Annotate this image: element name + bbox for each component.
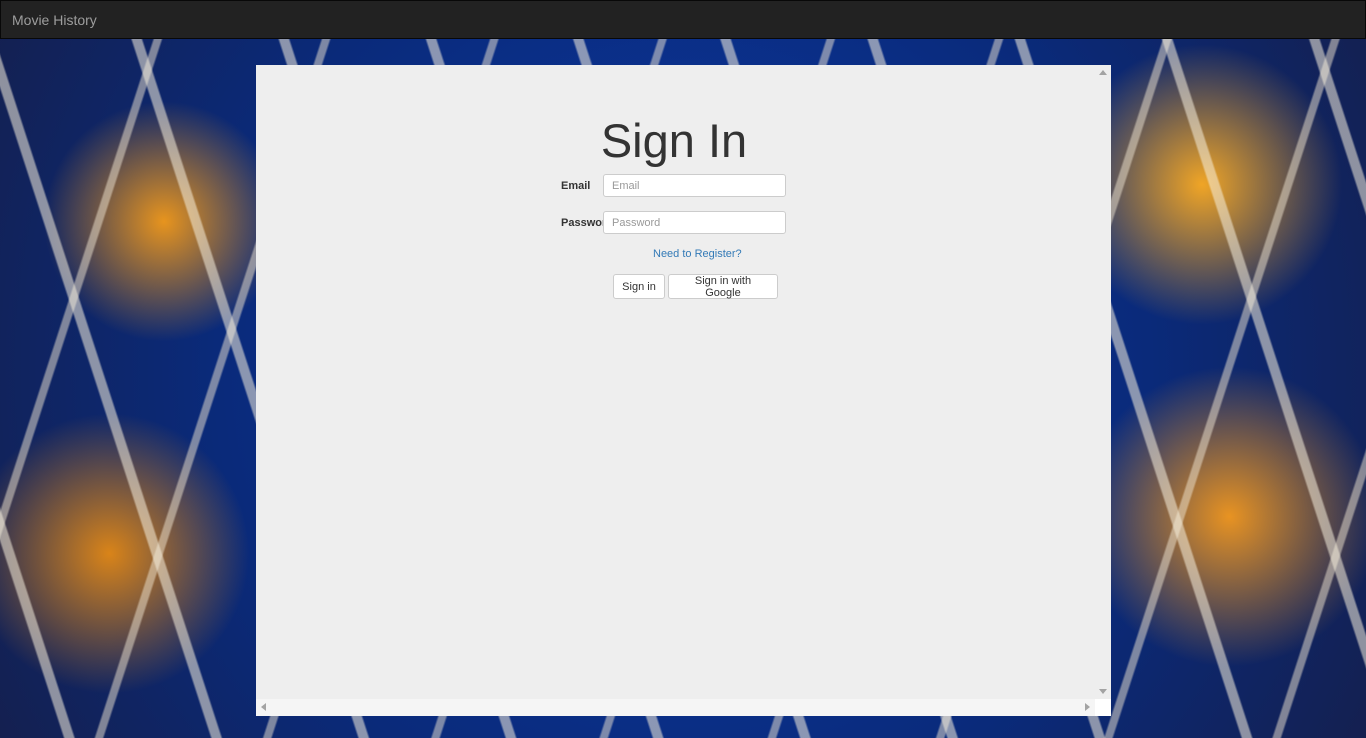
scrollbar-corner — [1095, 699, 1111, 716]
email-input[interactable] — [603, 174, 786, 197]
register-link[interactable]: Need to Register? — [653, 248, 742, 260]
scroll-down-arrow-icon[interactable] — [1099, 689, 1107, 694]
password-input[interactable] — [603, 211, 786, 234]
scroll-up-arrow-icon[interactable] — [1099, 70, 1107, 75]
top-navbar: Movie History — [0, 0, 1366, 39]
horizontal-scrollbar[interactable] — [256, 699, 1095, 716]
page-title: Sign In — [600, 114, 748, 167]
brand-link[interactable]: Movie History — [12, 12, 97, 28]
google-sign-in-button[interactable]: Sign in with Google — [668, 274, 778, 299]
vertical-scrollbar[interactable] — [1095, 65, 1111, 699]
scroll-right-arrow-icon[interactable] — [1085, 703, 1090, 711]
sign-in-button[interactable]: Sign in — [613, 274, 665, 299]
signin-panel: Sign In Email Password Need to Register?… — [256, 65, 1111, 716]
password-label: Password — [561, 217, 603, 229]
email-label: Email — [561, 180, 591, 192]
scroll-left-arrow-icon[interactable] — [261, 703, 266, 711]
